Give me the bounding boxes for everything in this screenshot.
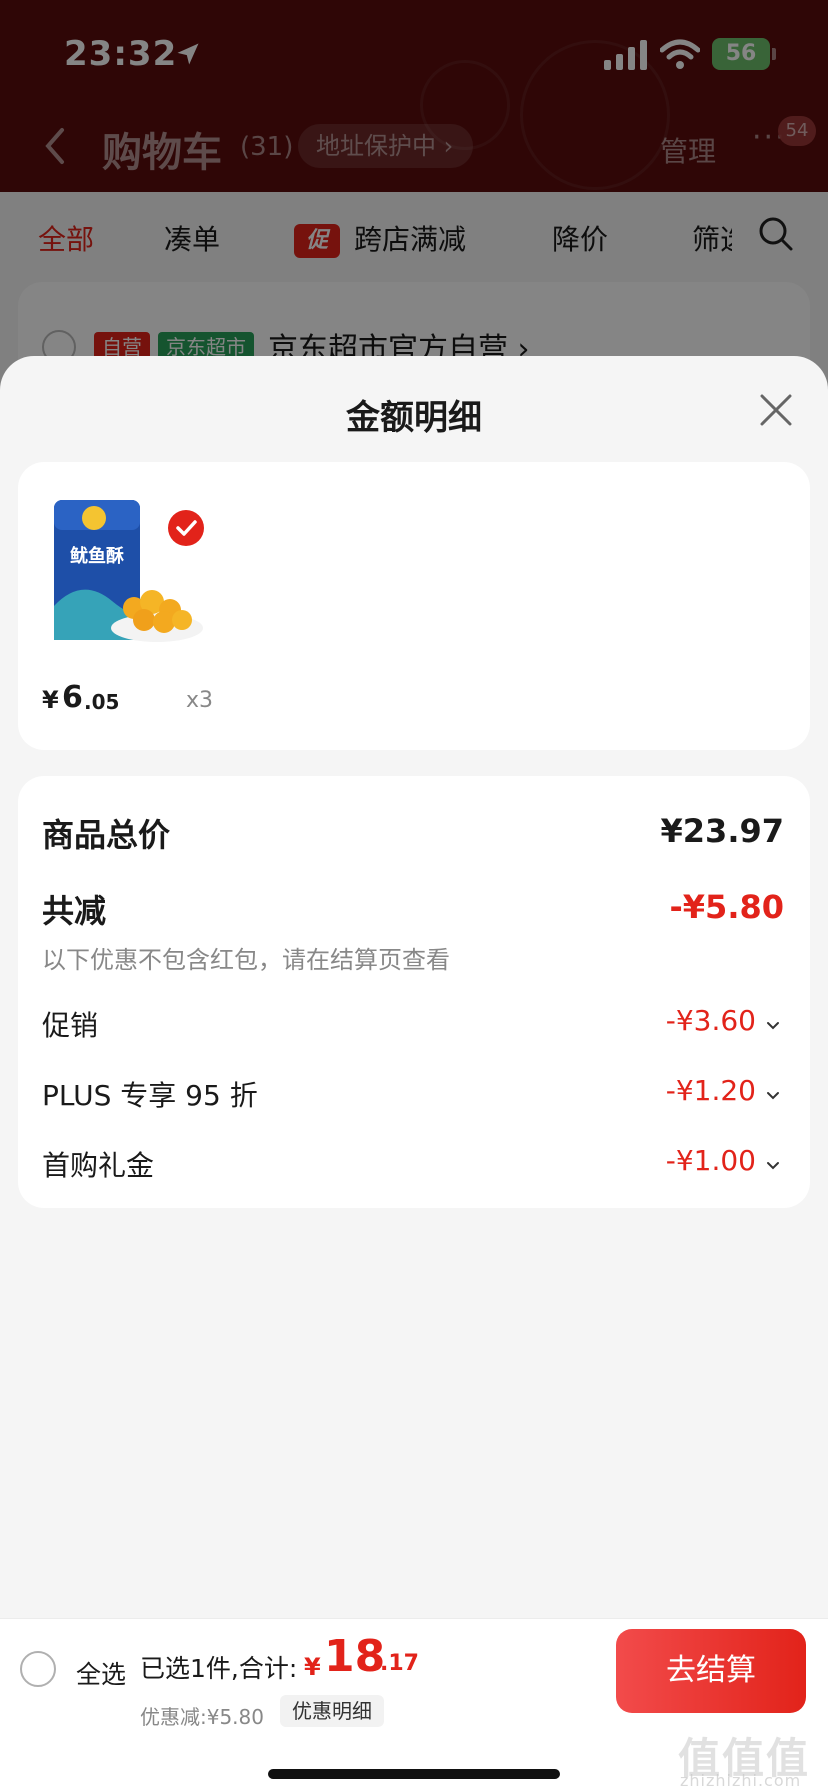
watermark-url: zhizhizhi.com	[680, 1771, 802, 1790]
checkout-bar: 全选 已选1件,合计: ¥ 18 .17 优惠减:¥5.80 优惠明细 去结算 …	[0, 1618, 828, 1792]
sum-decimal: .17	[380, 1651, 419, 1676]
chevron-down-icon[interactable]	[764, 1086, 782, 1104]
price-symbol: ¥	[42, 686, 59, 714]
selected-check-icon[interactable]	[168, 510, 204, 546]
chevron-down-icon[interactable]	[764, 1016, 782, 1034]
select-all-label[interactable]: 全选	[76, 1655, 126, 1691]
product-card: 鱿鱼酥 ¥ 6 .05 x3	[18, 462, 810, 750]
home-indicator[interactable]	[268, 1769, 560, 1779]
discount-summary: 优惠减:¥5.80	[140, 1705, 264, 1729]
checkout-button[interactable]: 去结算	[616, 1629, 806, 1713]
package-logo-text: 鱿鱼酥	[70, 545, 124, 567]
total-price-value: ¥23.97	[660, 812, 784, 850]
plus-discount-value[interactable]: -¥1.20	[666, 1074, 756, 1107]
price-integer: 6	[62, 680, 83, 715]
total-discount-value: -¥5.80	[669, 888, 785, 926]
amount-detail-card: 商品总价 ¥23.97 共减 -¥5.80 以下优惠不包含红包，请在结算页查看 …	[18, 776, 810, 1208]
sum-symbol: ¥	[304, 1653, 321, 1681]
first-purchase-label: 首购礼金	[42, 1149, 155, 1182]
checkmark-icon	[176, 520, 197, 536]
first-purchase-value[interactable]: -¥1.00	[666, 1144, 756, 1177]
chevron-down-icon[interactable]	[764, 1156, 782, 1174]
quantity: x3	[186, 688, 214, 713]
promotion-value[interactable]: -¥3.60	[666, 1004, 756, 1037]
close-icon[interactable]	[756, 390, 796, 430]
total-discount-label: 共减	[42, 892, 107, 930]
total-price-label: 商品总价	[42, 816, 171, 854]
plus-discount-label: PLUS 专享 95 折	[42, 1079, 258, 1112]
select-all-radio[interactable]	[20, 1651, 56, 1687]
amount-detail-sheet: 金额明细 鱿鱼酥 ¥ 6 .05 x3 商品总价 ¥23.97 共减 -¥5.8…	[0, 356, 828, 1792]
sheet-title: 金额明细	[346, 398, 482, 438]
selected-summary: 已选1件,合计:	[140, 1654, 298, 1683]
price-decimal: .05	[84, 690, 120, 714]
discount-note: 以下优惠不包含红包，请在结算页查看	[42, 946, 450, 974]
discount-detail-button[interactable]: 优惠明细	[280, 1695, 384, 1727]
sum-integer: 18	[324, 1631, 386, 1682]
promotion-label: 促销	[42, 1009, 99, 1042]
